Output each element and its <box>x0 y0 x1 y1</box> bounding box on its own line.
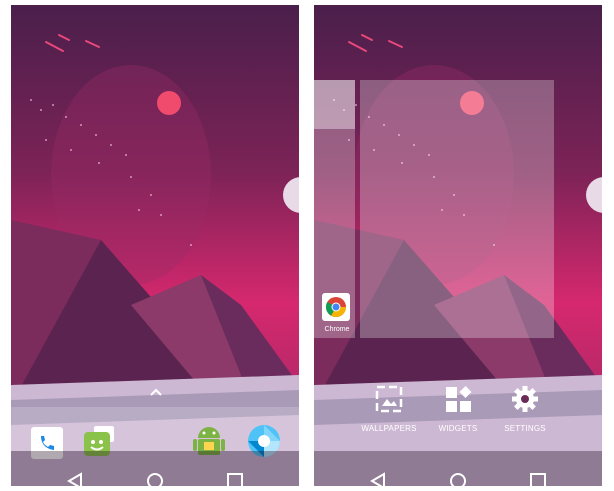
chevron-up-icon[interactable] <box>149 387 163 397</box>
settings-icon <box>512 386 538 412</box>
settings-option[interactable]: SETTINGS <box>485 384 565 444</box>
chrome-icon <box>325 297 346 317</box>
recents-icon[interactable] <box>526 472 550 486</box>
page-preview-center[interactable] <box>360 80 554 338</box>
settings-label: SETTINGS <box>504 424 546 433</box>
widgets-icon <box>446 386 472 412</box>
recents-icon[interactable] <box>223 472 247 486</box>
home-icon[interactable] <box>446 472 470 486</box>
wallpapers-icon <box>375 385 403 413</box>
chrome-label: Chrome <box>324 326 350 333</box>
wallpapers-option[interactable]: WALLPAPERS <box>349 384 429 444</box>
overview-screen: Chrome WALLPAPERS WIDGETS SETTINGS <box>314 5 602 486</box>
wallpapers-label: WALLPAPERS <box>361 424 417 433</box>
chrome-shortcut[interactable] <box>322 293 350 321</box>
home-screen <box>11 5 299 486</box>
back-icon[interactable] <box>63 472 87 486</box>
back-icon[interactable] <box>366 472 390 486</box>
home-icon[interactable] <box>143 472 167 486</box>
page-preview-left-header <box>314 80 355 129</box>
